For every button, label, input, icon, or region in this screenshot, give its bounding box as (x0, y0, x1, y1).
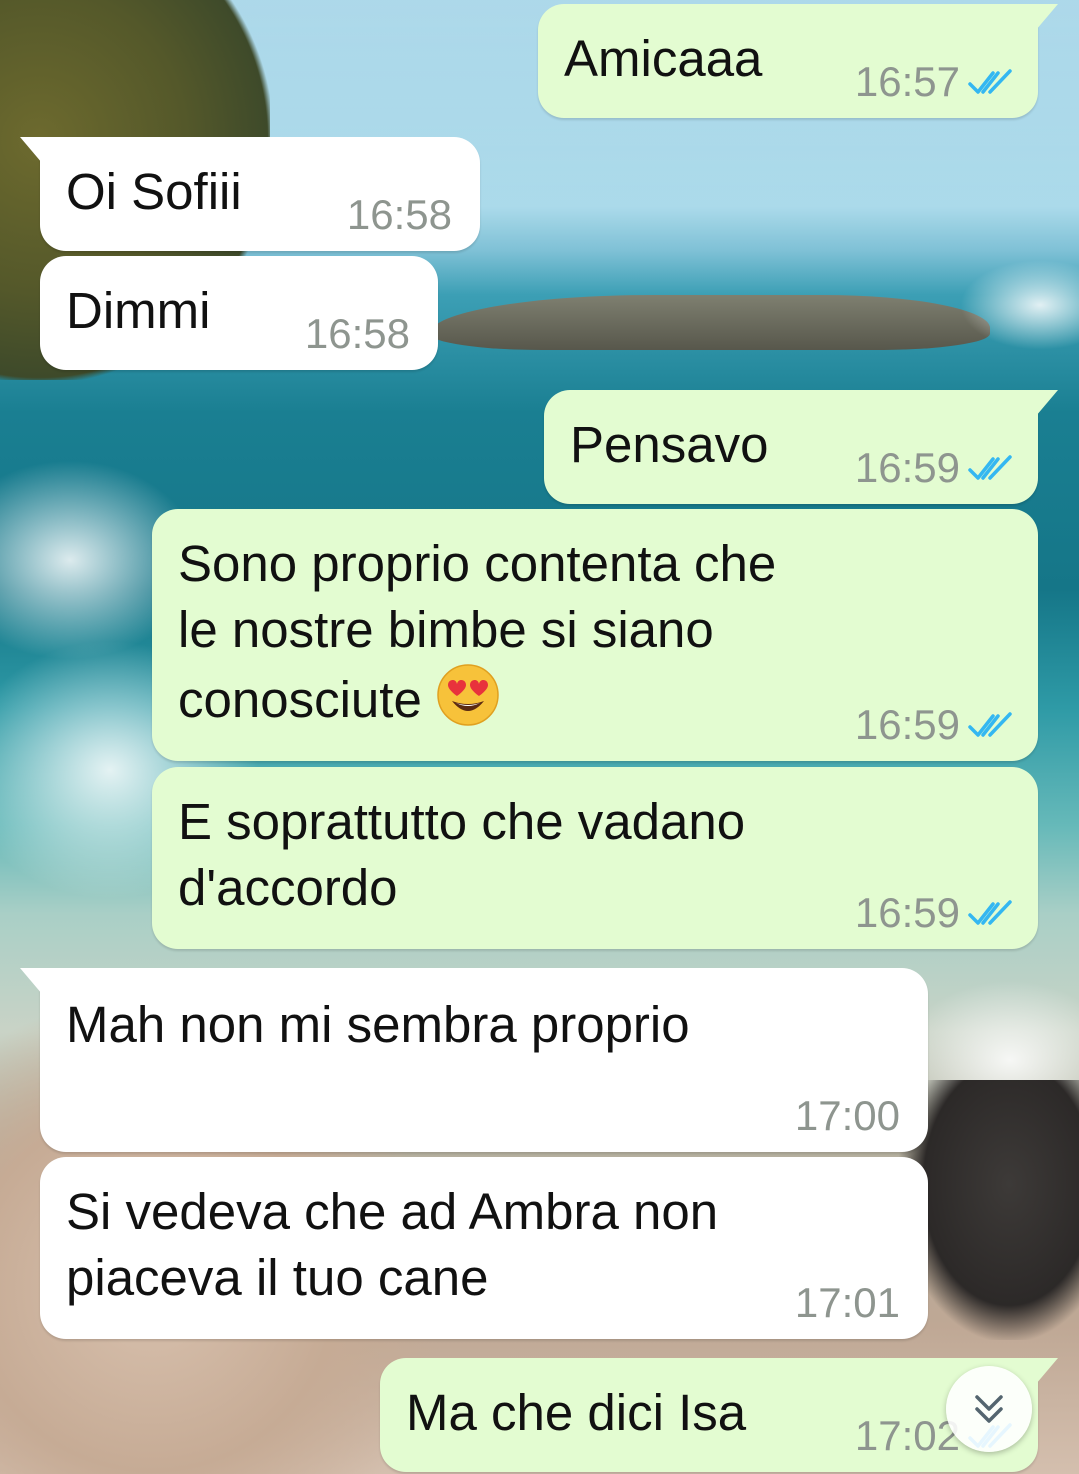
message-text: Dimmi (66, 282, 211, 339)
message-meta: 16:58 (305, 310, 410, 358)
incoming-message[interactable]: Oi Sofiii 16:58 (20, 137, 480, 251)
double-check-icon (968, 455, 1012, 480)
message-meta: 16:59 (855, 444, 1014, 492)
message-time: 16:58 (346, 191, 452, 238)
message-line: Si vedeva che ad Ambra non (66, 1183, 719, 1240)
double-check-icon (968, 900, 1012, 925)
incoming-message[interactable]: Mah non mi sembra proprio 17:00 (20, 968, 928, 1152)
message-meta: 17:01 (795, 1279, 900, 1327)
double-check-icon (968, 69, 1012, 94)
message-text: E soprattutto che vadano d'accordo (178, 789, 745, 921)
heart-eyes-emoji (437, 664, 499, 726)
message-line: d'accordo (178, 859, 398, 916)
outgoing-message[interactable]: Pensavo 16:59 (544, 390, 1058, 504)
scroll-to-bottom-button[interactable] (946, 1366, 1032, 1452)
message-text: Sono proprio contenta che le nostre bimb… (178, 531, 776, 733)
message-time: 16:59 (854, 444, 960, 491)
message-time: 17:00 (794, 1092, 900, 1139)
message-text: Si vedeva che ad Ambra non piaceva il tu… (66, 1179, 718, 1311)
message-text: Oi Sofiii (66, 163, 242, 220)
message-meta: 16:59 (855, 889, 1014, 937)
message-time: 16:59 (854, 701, 960, 748)
double-chevron-down-icon (975, 1395, 1003, 1423)
message-line: Sono proprio contenta che (178, 535, 777, 592)
incoming-message[interactable]: Si vedeva che ad Ambra non piaceva il tu… (40, 1157, 928, 1339)
message-meta: 16:59 (855, 701, 1014, 749)
outgoing-message[interactable]: E soprattutto che vadano d'accordo 16:59 (152, 767, 1038, 949)
message-meta: 17:00 (795, 1092, 900, 1140)
message-meta: 16:57 (855, 58, 1014, 106)
incoming-message[interactable]: Dimmi 16:58 (40, 256, 438, 370)
outgoing-message[interactable]: Amicaaa 16:57 (538, 4, 1058, 118)
message-line: le nostre bimbe si siano (178, 601, 714, 658)
message-text: Ma che dici Isa (406, 1384, 747, 1441)
double-check-icon (968, 712, 1012, 737)
message-time: 17:01 (794, 1279, 900, 1326)
outgoing-message[interactable]: Sono proprio contenta che le nostre bimb… (152, 509, 1038, 761)
message-text: Mah non mi sembra proprio (66, 996, 690, 1053)
message-text: Amicaaa (564, 30, 763, 87)
message-time: 16:57 (854, 58, 960, 105)
message-text: Pensavo (570, 416, 769, 473)
message-line: piaceva il tuo cane (66, 1249, 489, 1306)
message-time: 16:59 (854, 889, 960, 936)
message-meta: 16:58 (347, 191, 452, 239)
outgoing-message[interactable]: Ma che dici Isa 17:02 (380, 1358, 1058, 1472)
message-time: 17:02 (854, 1412, 960, 1459)
message-line: E soprattutto che vadano (178, 793, 746, 850)
message-line: conosciute (178, 663, 776, 733)
chat-message-list[interactable]: Amicaaa 16:57 Oi Sofiii 16:58 Dimmi 16:5… (0, 0, 1079, 1474)
message-time: 16:58 (304, 310, 410, 357)
